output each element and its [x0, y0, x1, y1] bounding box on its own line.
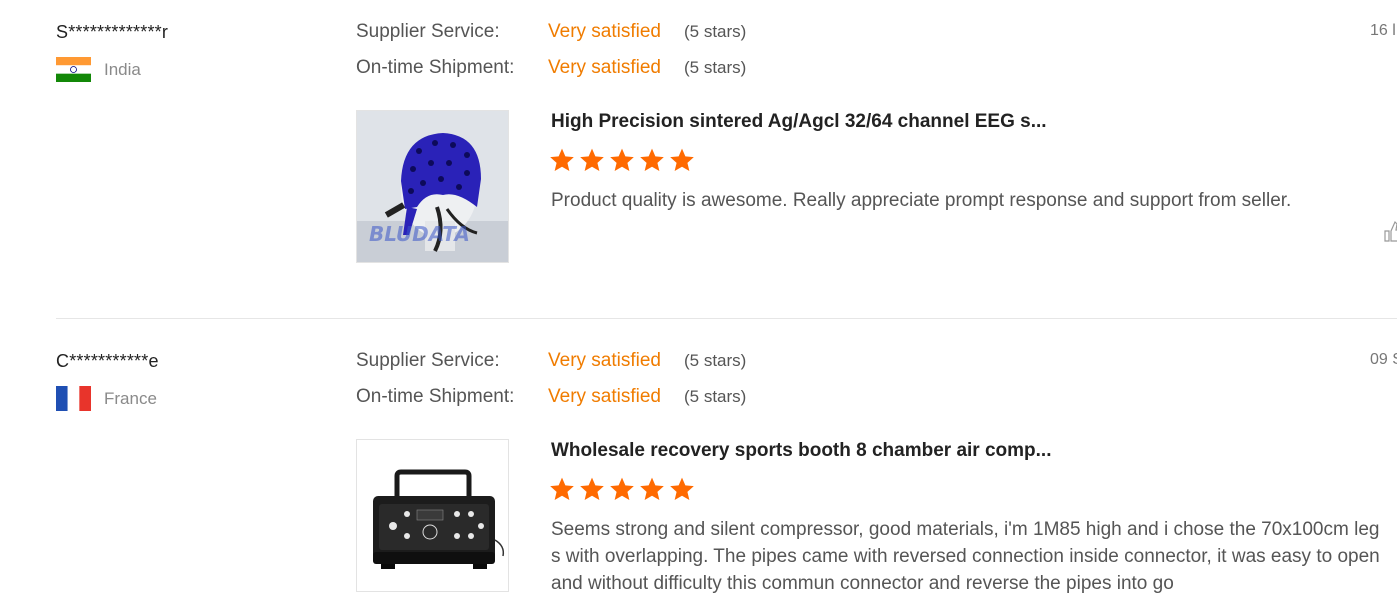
country-name: France: [104, 388, 157, 408]
star-icon: [670, 148, 694, 172]
supplier-service-rating: Supplier Service: Very satisfied (5 star…: [356, 350, 746, 372]
star-icon: [610, 148, 634, 172]
supplier-service-label: Supplier Service:: [356, 21, 500, 42]
shipment-stars: (5 stars): [684, 387, 747, 406]
shipment-value: Very satisfied: [548, 386, 661, 407]
review-card: S*************r India Supplier Service: …: [0, 0, 1397, 319]
shipment-value: Very satisfied: [548, 57, 661, 78]
star-icon: [610, 477, 634, 501]
buyer-country: France: [56, 386, 157, 411]
thumbnail-watermark: BLUDATA: [369, 222, 470, 246]
star-icon: [670, 477, 694, 501]
supplier-service-stars: (5 stars): [684, 351, 747, 370]
shipment-stars: (5 stars): [684, 58, 747, 77]
review-text: Product quality is awesome. Really appre…: [551, 190, 1292, 211]
star-icon: [580, 477, 604, 501]
review-text: Seems strong and silent compressor, good…: [551, 519, 1380, 594]
product-thumbnail[interactable]: BLUDATA: [356, 110, 509, 263]
shipment-rating: On-time Shipment: Very satisfied (5 star…: [356, 386, 746, 408]
buyer-name: C***********e: [56, 351, 159, 371]
thumbs-up-icon[interactable]: [1383, 219, 1397, 243]
france-flag-icon: [56, 386, 91, 411]
shipment-label: On-time Shipment:: [356, 57, 515, 78]
supplier-service-label: Supplier Service:: [356, 350, 500, 371]
country-name: India: [104, 59, 141, 79]
eeg-cap-image: BLUDATA: [357, 111, 508, 262]
product-title-link[interactable]: High Precision sintered Ag/Agcl 32/64 ch…: [551, 111, 1047, 133]
buyer-country: India: [56, 57, 141, 82]
star-icon: [580, 148, 604, 172]
air-compressor-image: [357, 440, 508, 591]
supplier-service-value: Very satisfied: [548, 21, 661, 42]
star-icon: [640, 477, 664, 501]
shipment-rating: On-time Shipment: Very satisfied (5 star…: [356, 57, 746, 79]
star-rating: [549, 147, 695, 173]
star-icon: [640, 148, 664, 172]
india-flag-icon: [56, 57, 91, 82]
supplier-service-stars: (5 stars): [684, 22, 747, 41]
supplier-service-value: Very satisfied: [548, 350, 661, 371]
review-divider: [56, 318, 1397, 319]
review-date: 16 l: [1370, 22, 1396, 39]
buyer-name: S*************r: [56, 22, 169, 42]
star-rating: [549, 476, 695, 502]
shipment-label: On-time Shipment:: [356, 386, 515, 407]
review-card: C***********e France Supplier Service: V…: [0, 329, 1397, 606]
product-thumbnail[interactable]: [356, 439, 509, 592]
review-date: 09 S: [1370, 351, 1397, 368]
supplier-service-rating: Supplier Service: Very satisfied (5 star…: [356, 21, 746, 43]
star-icon: [550, 477, 574, 501]
star-icon: [550, 148, 574, 172]
product-title-link[interactable]: Wholesale recovery sports booth 8 chambe…: [551, 440, 1052, 462]
